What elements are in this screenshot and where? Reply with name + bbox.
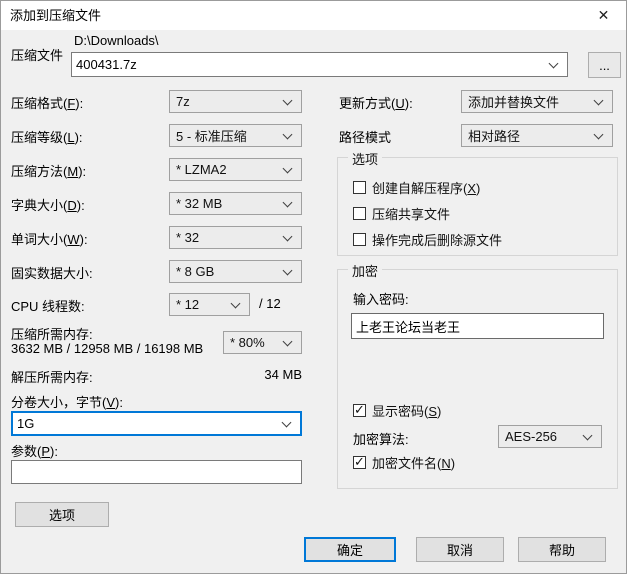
cpu-threads-label: CPU 线程数: (11, 299, 85, 314)
path-mode-label: 路径模式 (339, 130, 392, 145)
checkbox-icon (353, 207, 366, 220)
memory-decompress-label: 解压所需内存: (11, 370, 93, 385)
chevron-down-icon (593, 129, 604, 139)
path-mode-select[interactable]: 相对路径 (461, 124, 613, 147)
checkbox-icon (353, 233, 366, 246)
chevron-down-icon (281, 417, 292, 427)
chevron-down-icon (282, 129, 293, 139)
cpu-threads-select[interactable]: * 12 (169, 293, 250, 316)
chevron-down-icon (282, 336, 293, 346)
options-button[interactable]: 选项 (15, 502, 109, 527)
checkbox-show-password[interactable]: 显示密码(S) (353, 401, 441, 420)
password-input[interactable] (351, 313, 604, 339)
memory-percent-select[interactable]: * 80% (223, 331, 302, 354)
dialog-title: 添加到压缩文件 (10, 8, 102, 23)
checkbox-create-sfx[interactable]: 创建自解压程序(X) (353, 178, 480, 197)
method-label: 压缩方法(M): (11, 164, 87, 179)
update-mode-select[interactable]: 添加并替换文件 (461, 90, 613, 113)
password-label: 输入密码: (353, 292, 409, 307)
options-group-title: 选项 (348, 149, 383, 168)
solid-block-label: 固实数据大小: (11, 266, 93, 281)
level-label: 压缩等级(L): (11, 130, 83, 145)
cancel-button[interactable]: 取消 (416, 537, 504, 562)
dictionary-label: 字典大小(D): (11, 198, 85, 213)
chevron-down-icon (548, 58, 559, 68)
memory-decompress-value: 34 MB (264, 367, 302, 382)
word-size-label: 单词大小(W): (11, 232, 88, 247)
browse-button[interactable]: ... (588, 52, 621, 78)
add-to-archive-dialog: 添加到压缩文件 ✕ 压缩文件 D:\Downloads\ ... 压缩格式(F)… (0, 0, 627, 574)
method-select[interactable]: * LZMA2 (169, 158, 302, 181)
close-icon[interactable]: ✕ (581, 1, 626, 30)
checkbox-icon (353, 181, 366, 194)
archive-name-combobox[interactable] (71, 52, 568, 77)
chevron-down-icon (282, 163, 293, 173)
chevron-down-icon (282, 231, 293, 241)
chevron-down-icon (582, 430, 593, 440)
checkbox-icon (353, 454, 366, 470)
cpu-threads-total: / 12 (259, 296, 281, 311)
chevron-down-icon (282, 265, 293, 275)
titlebar[interactable]: 添加到压缩文件 ✕ (1, 1, 626, 30)
checkbox-encrypt-filenames[interactable]: 加密文件名(N) (353, 453, 455, 472)
checkbox-delete-after[interactable]: 操作完成后删除源文件 (353, 230, 502, 249)
archive-name-input[interactable] (72, 57, 546, 72)
archive-label: 压缩文件 (11, 48, 64, 63)
ok-button[interactable]: 确定 (304, 537, 396, 562)
chevron-down-icon (282, 95, 293, 105)
format-label: 压缩格式(F): (11, 96, 84, 111)
encryption-method-label: 加密算法: (353, 432, 409, 447)
update-mode-label: 更新方式(U): (339, 96, 413, 111)
chevron-down-icon (230, 298, 241, 308)
checkbox-icon (353, 402, 366, 418)
volume-size-combobox[interactable] (11, 411, 302, 436)
word-size-select[interactable]: * 32 (169, 226, 302, 249)
encryption-method-select[interactable]: AES-256 (498, 425, 602, 448)
chevron-down-icon (282, 197, 293, 207)
level-select[interactable]: 5 - 标准压缩 (169, 124, 302, 147)
parameters-label: 参数(P): (11, 444, 58, 459)
checkbox-compress-shared[interactable]: 压缩共享文件 (353, 204, 450, 223)
volume-size-label: 分卷大小，字节(V): (11, 395, 123, 410)
parameters-input[interactable] (11, 460, 302, 484)
archive-dir: D:\Downloads\ (74, 33, 159, 48)
solid-block-select[interactable]: * 8 GB (169, 260, 302, 283)
chevron-down-icon (593, 95, 604, 105)
volume-size-input[interactable] (13, 416, 279, 431)
help-button[interactable]: 帮助 (518, 537, 606, 562)
memory-compress-values: 3632 MB / 12958 MB / 16198 MB (11, 341, 204, 356)
format-select[interactable]: 7z (169, 90, 302, 113)
dictionary-select[interactable]: * 32 MB (169, 192, 302, 215)
encryption-group-title: 加密 (348, 261, 383, 280)
